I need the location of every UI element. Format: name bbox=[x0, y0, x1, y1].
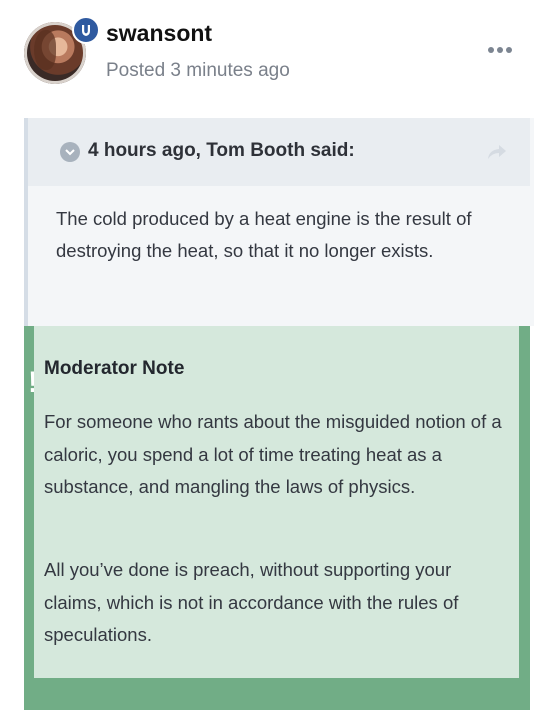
share-arrow-icon[interactable] bbox=[486, 142, 508, 162]
dot bbox=[488, 47, 494, 53]
post-timestamp[interactable]: Posted 3 minutes ago bbox=[106, 60, 290, 82]
dot bbox=[506, 47, 512, 53]
moderator-note-title: Moderator Note bbox=[44, 358, 185, 379]
quote-text: The cold produced by a heat engine is th… bbox=[56, 208, 472, 261]
post-header: swansont Posted 3 minutes ago bbox=[0, 0, 550, 110]
moderator-badge-icon bbox=[72, 16, 100, 44]
moderator-note-paragraph-1: For someone who rants about the misguide… bbox=[44, 411, 502, 497]
moderator-note-paragraph-2: All you’ve done is preach, without suppo… bbox=[44, 559, 459, 645]
quote-citation[interactable]: 4 hours ago, Tom Booth said: bbox=[88, 140, 355, 162]
dot bbox=[497, 47, 503, 53]
more-dots-icon[interactable] bbox=[486, 42, 514, 58]
moderator-note-body: Moderator Note For someone who rants abo… bbox=[34, 326, 519, 678]
quote-header: 4 hours ago, Tom Booth said: bbox=[28, 118, 530, 186]
exclamation-icon: ! bbox=[28, 366, 38, 399]
moderator-note: ! Moderator Note For someone who rants a… bbox=[24, 326, 530, 710]
author-name[interactable]: swansont bbox=[106, 20, 212, 47]
chevron-down-icon[interactable] bbox=[60, 142, 80, 162]
quote-block: 4 hours ago, Tom Booth said: The cold pr… bbox=[24, 118, 534, 326]
